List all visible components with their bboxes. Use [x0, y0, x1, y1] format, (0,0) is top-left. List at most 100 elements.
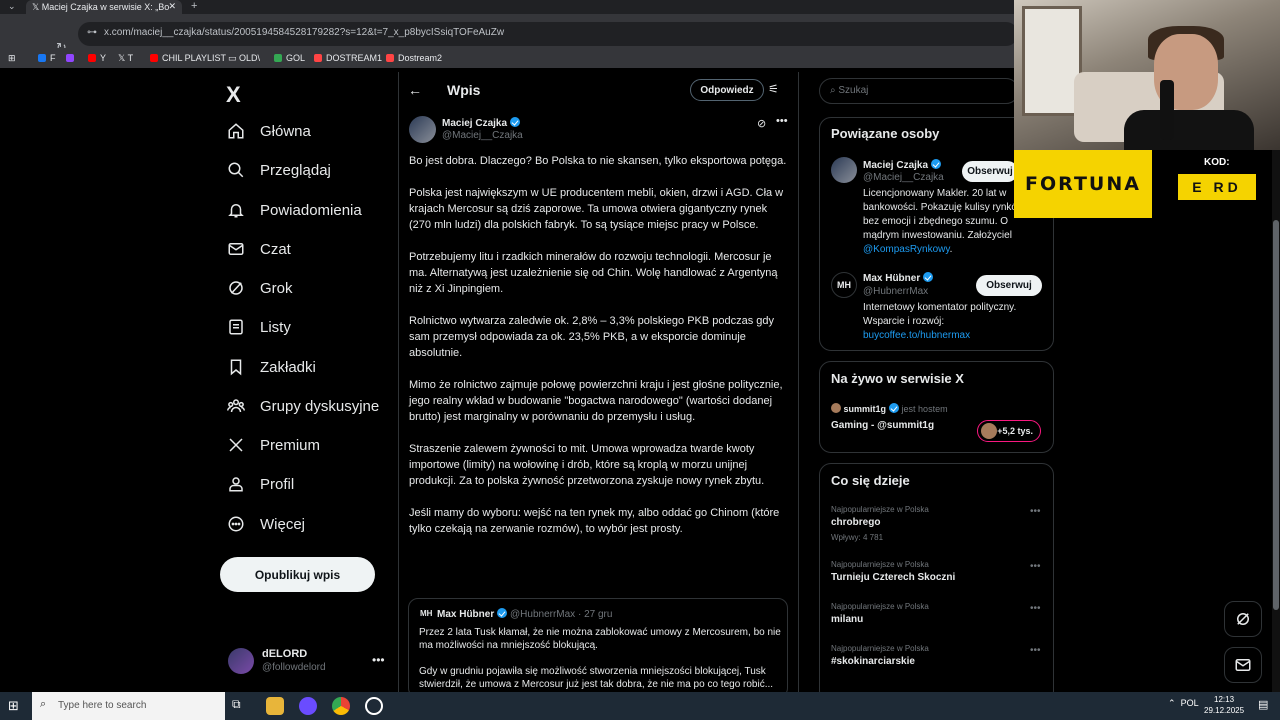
- post-paragraph: Mimo że rolnictwo zajmuje połowę powierz…: [409, 379, 783, 423]
- trend-name[interactable]: chrobrego: [831, 517, 880, 528]
- more-icon[interactable]: •••: [372, 653, 385, 667]
- tab-search-icon[interactable]: ⌄: [8, 1, 16, 12]
- taskbar-search-input[interactable]: ⌕ Type here to search: [32, 692, 225, 720]
- left-navigation: Główna Przeglądaj Powiadomienia Czat Gro…: [218, 74, 388, 694]
- apps-grid-icon[interactable]: ⊞: [8, 53, 16, 64]
- live-host-name: summit1g: [843, 404, 887, 414]
- follow-button[interactable]: Obserwuj: [962, 161, 1018, 182]
- post-paragraph: Bo jest dobra. Dlaczego? Bo Polska to ni…: [409, 155, 787, 167]
- windows-start-icon[interactable]: ⊞: [8, 698, 19, 714]
- more-icon[interactable]: •••: [1030, 603, 1041, 614]
- clock-time: 12:13: [1214, 695, 1235, 704]
- nav-item-notifications[interactable]: Powiadomienia: [226, 195, 362, 225]
- search-input[interactable]: ⌕ Szukaj: [819, 78, 1019, 104]
- language-indicator[interactable]: POL: [1181, 698, 1199, 708]
- post-paragraph: Jeśli mamy do wyboru: wejść na ten rynek…: [409, 507, 780, 535]
- more-icon[interactable]: •••: [1030, 561, 1041, 572]
- x-icon: [226, 435, 246, 455]
- post-paragraph: Rolnictwo wytwarza zaledwie ok. 2,8% – 3…: [409, 315, 775, 359]
- author-name[interactable]: Maciej Czajka: [442, 117, 521, 129]
- nav-label: Czat: [260, 240, 291, 258]
- task-view-icon[interactable]: ⧉: [232, 697, 250, 715]
- nav-item-premium[interactable]: Premium: [226, 430, 320, 460]
- bookmark-folder-old[interactable]: ▭ OLD\: [228, 53, 260, 64]
- twitch-icon: [66, 54, 74, 62]
- tab-close-icon[interactable]: ✕: [168, 1, 176, 12]
- account-switcher[interactable]: dELORD @followdelord •••: [228, 645, 388, 679]
- nav-item-lists[interactable]: Listy: [226, 312, 291, 342]
- bookmark-dostream1[interactable]: DOSTREAM1: [314, 53, 382, 63]
- clock[interactable]: 12:13 29.12.2025: [1204, 694, 1244, 716]
- trend-name[interactable]: milanu: [831, 614, 863, 625]
- nav-item-grok[interactable]: Grok: [226, 273, 293, 303]
- avatar[interactable]: [831, 157, 857, 183]
- trend-name[interactable]: Turnieju Czterech Skoczni: [831, 572, 955, 583]
- messages-floating-button[interactable]: [1224, 647, 1262, 683]
- tab-active[interactable]: 𝕏 Maciej Czajka w serwisie X: „Bo ✕: [26, 0, 182, 14]
- bookmark-chil-playlist[interactable]: CHIL PLAYLIST: [150, 53, 226, 63]
- folder-icon: ▭: [228, 53, 240, 63]
- nav-label: Grok: [260, 279, 293, 297]
- author-handle: @Maciej__Czajka: [442, 130, 523, 141]
- address-bar[interactable]: ⊶ x.com/maciej__czajka/status/2005194584…: [78, 22, 1018, 46]
- nav-item-home[interactable]: Główna: [226, 116, 311, 146]
- live-title: Na żywo w serwisie X: [831, 371, 964, 386]
- obs-icon[interactable]: [365, 697, 383, 715]
- live-listeners-badge[interactable]: +5,2 tys.: [977, 420, 1041, 442]
- system-tray[interactable]: ⌃ POL: [1168, 698, 1199, 709]
- chevron-up-icon[interactable]: ⌃: [1168, 698, 1176, 708]
- more-icon[interactable]: •••: [1030, 645, 1041, 656]
- bookmark-label: F: [50, 53, 56, 63]
- nav-item-explore[interactable]: Przeglądaj: [226, 155, 331, 185]
- person-handle: @Maciej__Czajka: [863, 172, 944, 183]
- nav-item-more[interactable]: Więcej: [226, 509, 305, 539]
- reply-button[interactable]: Odpowiedz: [690, 79, 764, 101]
- chrome-icon[interactable]: [332, 697, 350, 715]
- nav-label: Powiadomienia: [260, 201, 362, 219]
- bookmark-youtube[interactable]: Y: [88, 53, 106, 63]
- verified-badge-icon: [510, 117, 521, 127]
- new-tab-button[interactable]: +: [191, 0, 197, 12]
- live-host[interactable]: summit1g jest hostem: [831, 403, 948, 414]
- person-name[interactable]: Max Hübner: [863, 272, 934, 284]
- quoted-post[interactable]: MH Max Hübner @HubnerrMax · 27 gru Przez…: [408, 598, 788, 698]
- notification-icon[interactable]: ▤: [1258, 698, 1268, 711]
- bookmark-twitch[interactable]: [66, 53, 78, 63]
- scrollbar-thumb[interactable]: [1273, 220, 1279, 610]
- post-paragraph: Potrzebujemy litu i rzadkich minerałów d…: [409, 251, 778, 295]
- bio-link[interactable]: @KompasRynkowy: [863, 244, 950, 255]
- more-icon[interactable]: •••: [1030, 506, 1041, 517]
- bookmark-dostream2[interactable]: Dostream2: [386, 53, 442, 63]
- trend-name[interactable]: #skokinarciarskie: [831, 656, 915, 667]
- verified-badge-icon: [889, 403, 900, 413]
- account-name: dELORD: [262, 648, 308, 660]
- avatar: [831, 403, 841, 413]
- more-icon[interactable]: •••: [776, 115, 788, 127]
- bookmark-facebook[interactable]: F: [38, 53, 56, 63]
- bio-link[interactable]: buycoffee.to/hubnermax: [863, 330, 970, 341]
- bookmark-gol[interactable]: GOL: [274, 53, 305, 63]
- bookmark-x[interactable]: 𝕏 T: [118, 53, 133, 64]
- nav-item-communities[interactable]: Grupy dyskusyjne: [226, 391, 379, 421]
- grok-floating-button[interactable]: [1224, 601, 1262, 637]
- nav-item-bookmarks[interactable]: Zakładki: [226, 352, 316, 382]
- person-name[interactable]: Maciej Czajka: [863, 159, 942, 171]
- nav-item-chat[interactable]: Czat: [226, 234, 291, 264]
- grok-icon[interactable]: ⊘: [757, 117, 766, 130]
- site-info-icon[interactable]: ⊶: [87, 27, 97, 38]
- avatar: [981, 423, 997, 439]
- author-avatar[interactable]: [409, 116, 436, 143]
- sliders-icon[interactable]: ⚟: [768, 82, 779, 96]
- avatar[interactable]: MH: [831, 272, 857, 298]
- live-space-title[interactable]: Gaming - @summit1g: [831, 420, 934, 431]
- nav-item-profile[interactable]: Profil: [226, 469, 294, 499]
- publish-post-button[interactable]: Opublikuj wpis: [220, 557, 375, 592]
- nav-label: Profil: [260, 475, 295, 493]
- nav-label: Główna: [260, 122, 311, 140]
- follow-button[interactable]: Obserwuj: [976, 275, 1042, 296]
- app-icon[interactable]: [299, 697, 317, 715]
- file-explorer-icon[interactable]: [266, 697, 284, 715]
- back-arrow-icon[interactable]: ←: [408, 82, 422, 98]
- person-name-text: Max Hübner: [863, 273, 921, 284]
- url-text: x.com/maciej__czajka/status/200519458452…: [104, 27, 505, 38]
